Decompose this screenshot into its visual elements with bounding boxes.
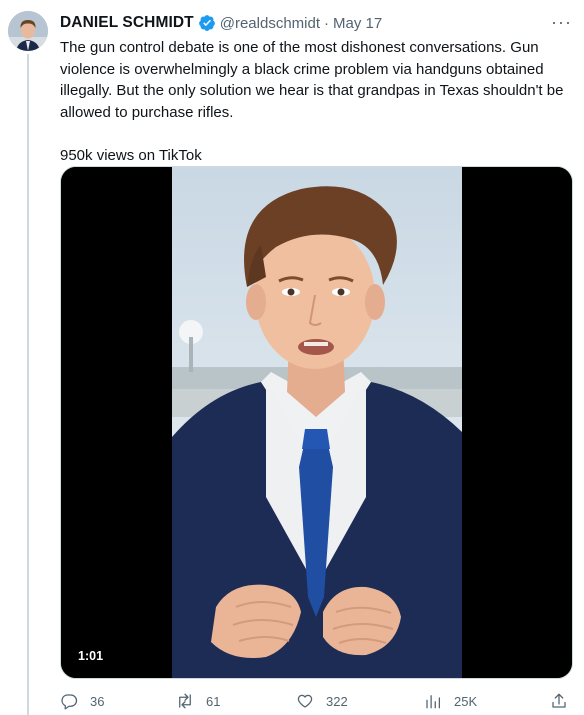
- reply-icon: [61, 694, 78, 710]
- separator-dot: ·: [324, 14, 329, 32]
- author-name[interactable]: DANIEL SCHMIDT: [60, 14, 194, 32]
- like-button[interactable]: 322: [296, 692, 348, 710]
- heart-icon: [297, 694, 313, 708]
- tweet-text: The gun control debate is one of the mos…: [60, 39, 564, 164]
- author-handle[interactable]: @realdschmidt: [220, 15, 320, 32]
- retweet-count: 61: [206, 693, 221, 709]
- action-bar: 36 61 322 25K: [60, 690, 572, 712]
- tweet-header: DANIEL SCHMIDT @realdschmidt · May 17 ··…: [60, 12, 572, 34]
- views-icon: [426, 695, 441, 709]
- video-player[interactable]: 1:01: [60, 166, 573, 679]
- video-frame: [61, 167, 572, 678]
- tweet-date[interactable]: May 17: [333, 15, 382, 32]
- retweet-button[interactable]: 61: [176, 692, 220, 710]
- retweet-icon: [179, 693, 191, 709]
- views-count: 25K: [454, 693, 478, 709]
- like-count: 322: [326, 693, 348, 709]
- share-button[interactable]: [550, 692, 568, 710]
- video-duration: 1:01: [73, 646, 109, 666]
- reply-button[interactable]: 36: [60, 692, 104, 710]
- thread-line: [27, 54, 29, 715]
- more-icon[interactable]: ···: [551, 12, 572, 33]
- views-button[interactable]: 25K: [424, 692, 477, 710]
- reply-count: 36: [90, 693, 105, 709]
- share-icon: [552, 693, 566, 708]
- verified-badge-icon: [198, 15, 215, 31]
- avatar[interactable]: [8, 11, 48, 51]
